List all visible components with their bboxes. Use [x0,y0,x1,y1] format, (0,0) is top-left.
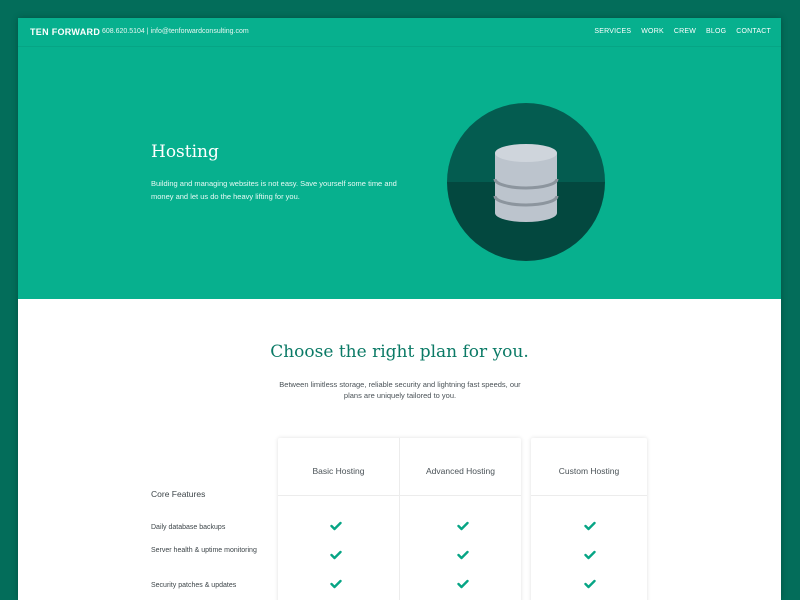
feature-server-monitoring: Server health & uptime monitoring [151,547,257,554]
top-navbar: TEN FORWARD 608.620.5104 | info@tenforwa… [18,18,781,47]
header-divider [278,495,521,496]
nav-contact[interactable]: CONTACT [736,28,771,35]
plans-heading: Choose the right plan for you. [270,342,529,362]
plan-card-custom: Custom Hosting [531,438,647,600]
database-icon [447,103,605,261]
checkmark-icon [584,550,596,560]
header-divider [531,495,647,496]
checkmark-icon [330,550,342,560]
contact-separator: | [146,28,149,35]
nav-crew[interactable]: CREW [674,28,696,35]
plan-card-basic-advanced: Basic Hosting Advanced Hosting [278,438,521,600]
email-link[interactable]: info@tenforwardconsulting.com [151,28,249,35]
plan-basic-hosting[interactable]: Basic Hosting [278,466,399,476]
hero-description: Building and managing websites is not ea… [151,179,397,201]
plan-custom-hosting[interactable]: Custom Hosting [531,466,647,476]
checkmark-icon [330,579,342,589]
contact-info: 608.620.5104 | info@tenforwardconsulting… [102,28,249,35]
column-divider [399,438,400,600]
database-cylinder [493,144,559,222]
phone-number[interactable]: 608.620.5104 [102,28,145,35]
core-features-heading: Core Features [151,489,206,499]
browser-page: TEN FORWARD 608.620.5104 | info@tenforwa… [18,18,781,600]
nav-work[interactable]: WORK [641,28,664,35]
feature-security-patches: Security patches & updates [151,582,237,589]
checkmark-icon [584,579,596,589]
plan-advanced-hosting[interactable]: Advanced Hosting [400,466,521,476]
hero-section: TEN FORWARD 608.620.5104 | info@tenforwa… [18,18,781,299]
hero-title: Hosting [151,142,219,162]
checkmark-icon [457,521,469,531]
brand-logo[interactable]: TEN FORWARD [30,27,100,37]
nav-blog[interactable]: BLOG [706,28,726,35]
nav-services[interactable]: SERVICES [594,28,631,35]
plans-subtitle: Between limitless storage, reliable secu… [279,380,521,400]
checkmark-icon [457,550,469,560]
main-nav: SERVICES WORK CREW BLOG CONTACT [594,28,771,35]
checkmark-icon [330,521,342,531]
checkmark-icon [457,579,469,589]
feature-daily-backups: Daily database backups [151,524,226,531]
checkmark-icon [584,521,596,531]
